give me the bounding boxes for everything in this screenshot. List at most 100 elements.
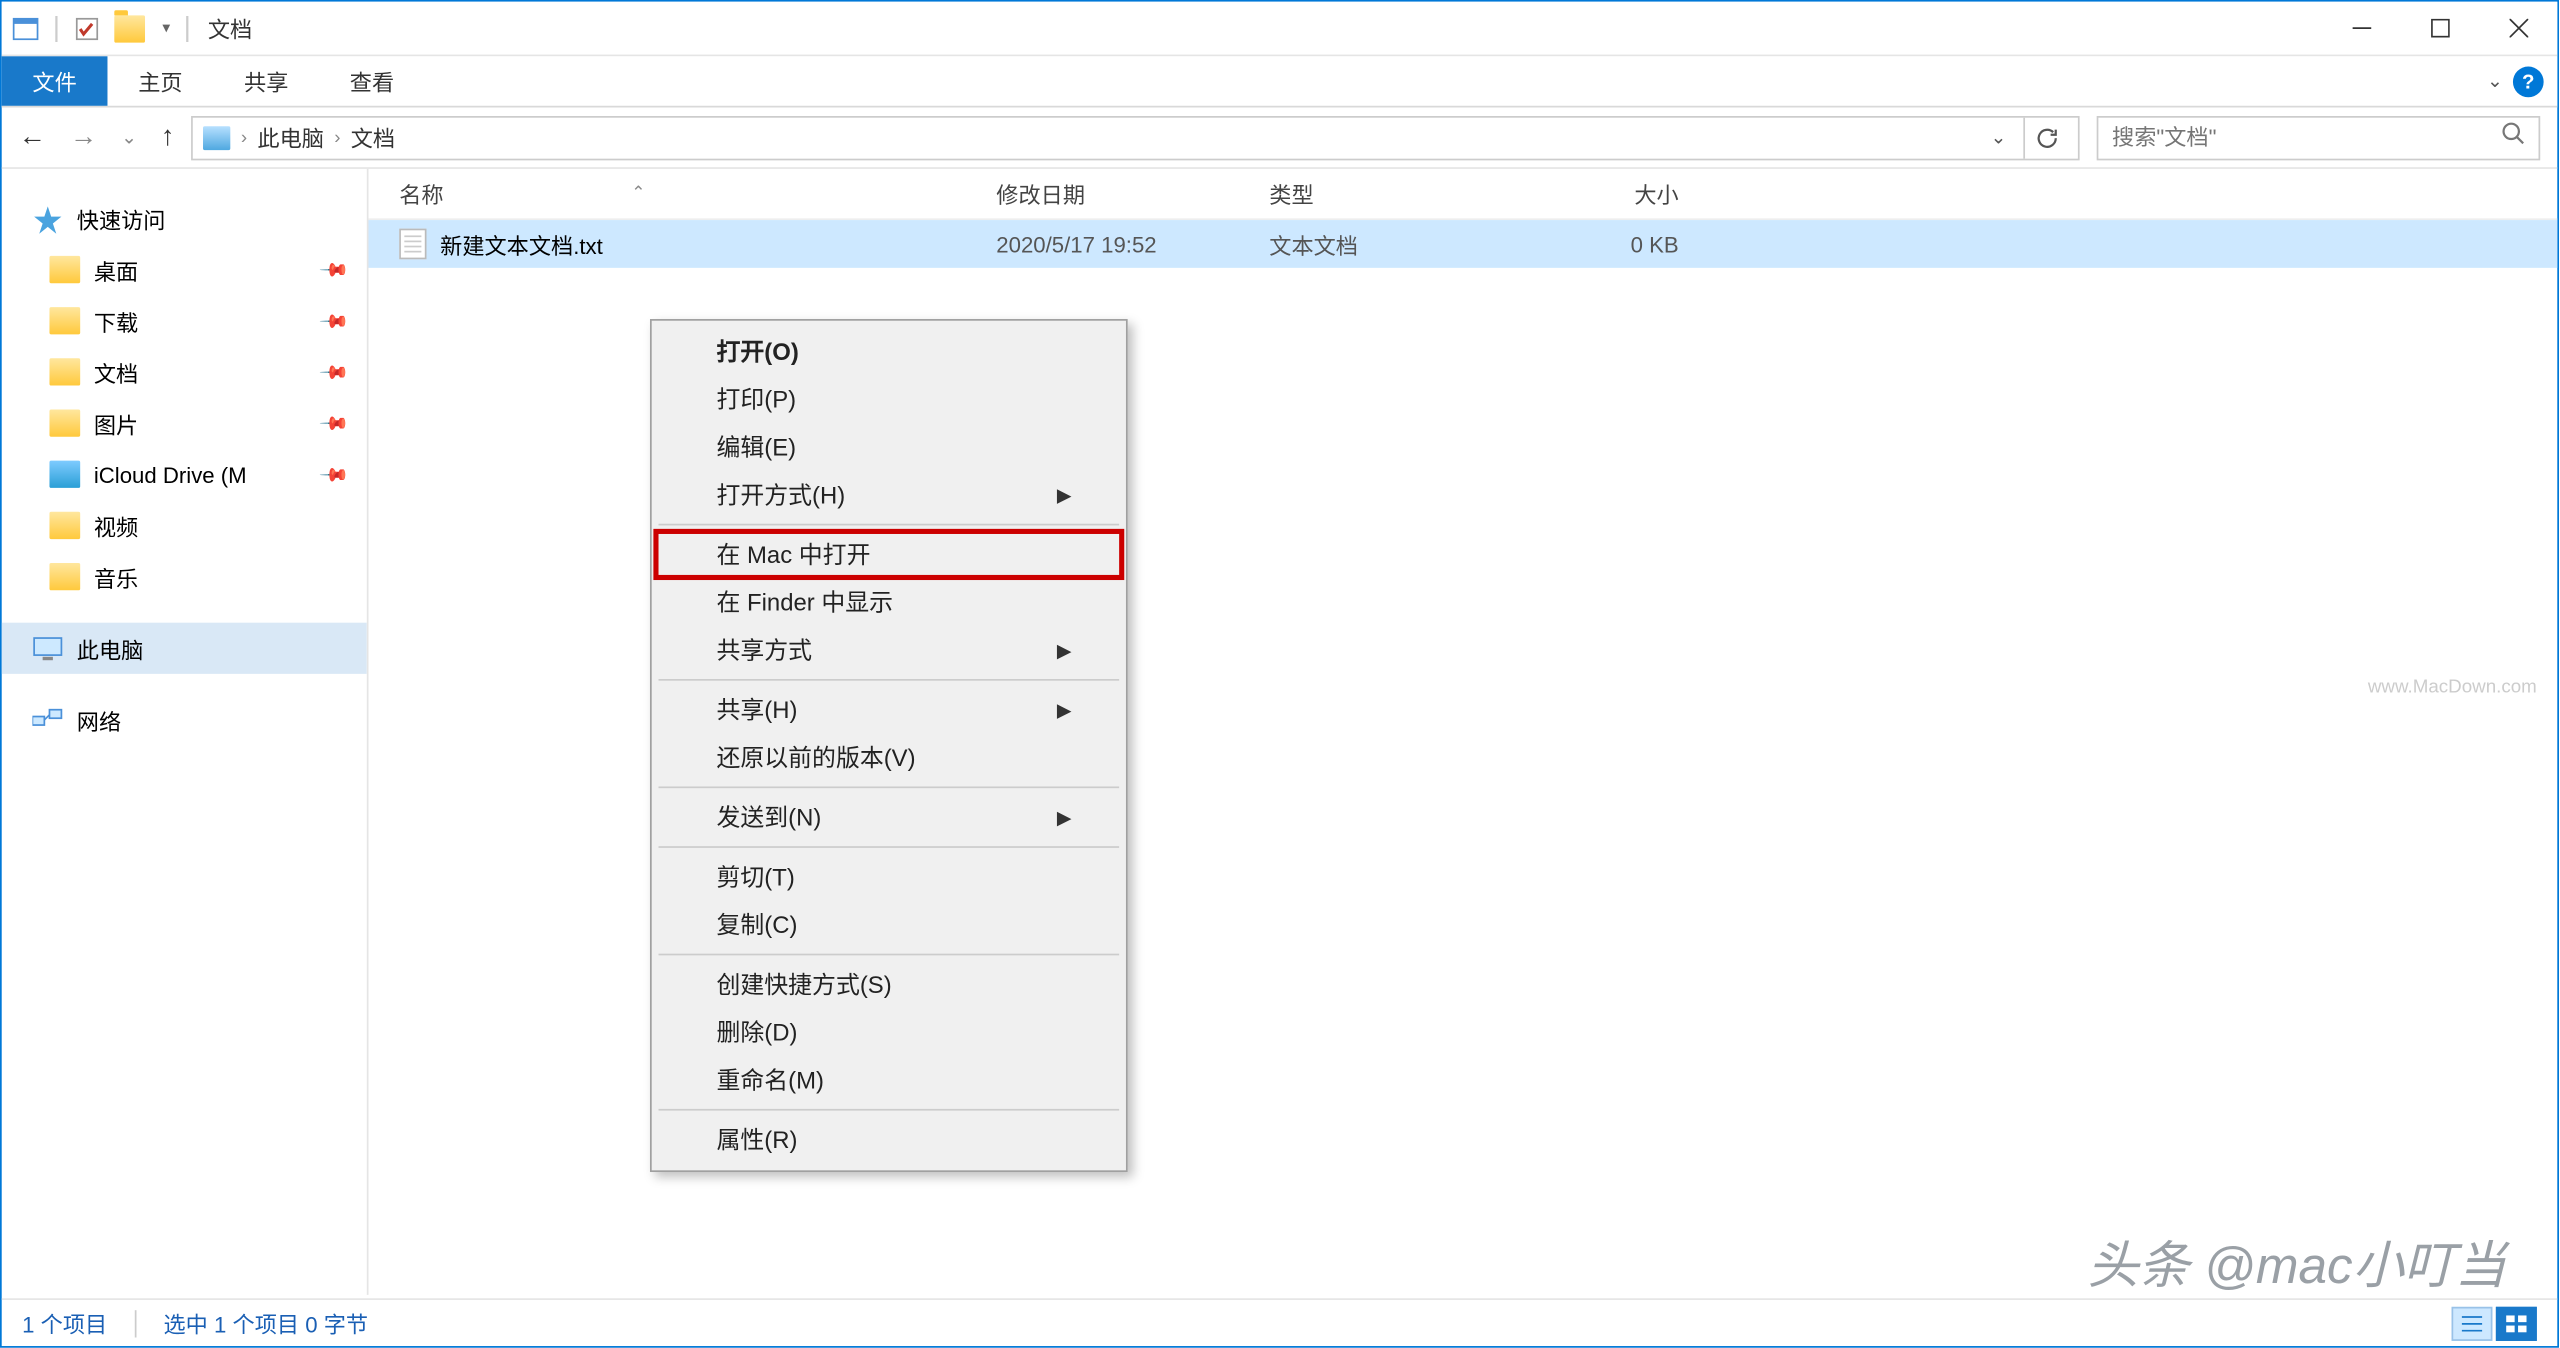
sidebar-label: 此电脑 [77,632,144,664]
menu-print[interactable]: 打印(P) [655,375,1122,423]
sidebar-desktop[interactable]: 桌面 📌 [2,244,367,295]
submenu-arrow-icon: ▶ [1057,806,1071,828]
sidebar-downloads[interactable]: 下载 📌 [2,295,367,346]
chevron-right-icon[interactable]: › [241,127,247,147]
ribbon-tabs: 文件 主页 共享 查看 ⌄ ? [2,56,2558,107]
network-icon [32,706,63,733]
menu-share-mode[interactable]: 共享方式▶ [655,626,1122,674]
search-icon[interactable] [2501,121,2525,153]
menu-copy[interactable]: 复制(C) [655,901,1122,949]
menu-separator [659,786,1120,788]
menu-show-in-finder[interactable]: 在 Finder 中显示 [655,578,1122,626]
tab-home[interactable]: 主页 [108,56,214,105]
menu-open[interactable]: 打开(O) [655,328,1122,376]
maximize-button[interactable] [2400,1,2478,56]
menu-create-shortcut[interactable]: 创建快捷方式(S) [655,960,1122,1008]
menu-properties[interactable]: 属性(R) [655,1116,1122,1164]
ribbon-expand-icon[interactable]: ⌄ [2487,70,2503,92]
search-box[interactable] [2097,115,2541,159]
menu-send-to[interactable]: 发送到(N)▶ [655,793,1122,841]
forward-button[interactable]: → [70,122,97,153]
status-bar: 1 个项目 选中 1 个项目 0 字节 [2,1298,2558,1346]
back-button[interactable]: ← [19,122,46,153]
qat-properties-icon[interactable] [74,15,101,42]
submenu-arrow-icon: ▶ [1057,484,1071,506]
refresh-button[interactable] [2023,117,2067,158]
menu-cut[interactable]: 剪切(T) [655,853,1122,901]
sidebar-this-pc[interactable]: 此电脑 [2,623,367,674]
search-input[interactable] [2112,125,2453,151]
navigation-bar: ← → ⌄ ↑ › 此电脑 › 文档 ⌄ [2,107,2558,168]
sidebar-videos[interactable]: 视频 [2,500,367,551]
column-name[interactable]: 名称 [399,177,443,209]
location-icon [203,125,230,149]
menu-separator [659,524,1120,526]
star-icon [32,205,63,232]
menu-delete[interactable]: 删除(D) [655,1008,1122,1056]
breadcrumb-thispc[interactable]: 此电脑 [257,121,324,153]
file-row[interactable]: 新建文本文档.txt 2020/5/17 19:52 文本文档 0 KB [368,220,2557,268]
up-button[interactable]: ↑ [161,122,175,153]
address-bar[interactable]: › 此电脑 › 文档 ⌄ [191,115,2079,159]
tab-share[interactable]: 共享 [213,56,319,105]
sidebar-icloud[interactable]: iCloud Drive (M 📌 [2,449,367,500]
sidebar-label: 快速访问 [77,202,166,234]
sort-indicator-icon: ⌃ [631,184,645,203]
sidebar-network[interactable]: 网络 [2,694,367,745]
history-dropdown-icon[interactable]: ⌄ [121,126,137,148]
menu-open-with[interactable]: 打开方式(H)▶ [655,471,1122,519]
submenu-arrow-icon: ▶ [1057,699,1071,721]
menu-separator [659,954,1120,956]
watermark-url: www.MacDown.com [2368,677,2537,697]
view-icons-button[interactable] [2496,1306,2537,1340]
menu-restore-versions[interactable]: 还原以前的版本(V) [655,734,1122,782]
pin-icon: 📌 [319,305,351,337]
sidebar-label: 下载 [94,305,138,337]
pin-icon: 📌 [319,253,351,285]
sidebar-quick-access[interactable]: 快速访问 [2,193,367,244]
sidebar-label: 文档 [94,356,138,388]
folder-icon [49,358,80,385]
column-date[interactable]: 修改日期 [996,177,1269,209]
menu-separator [659,679,1120,681]
pc-icon [32,635,63,662]
title-bar: | ▾ | 文档 [2,2,2558,57]
chevron-right-icon[interactable]: › [334,127,340,147]
help-button[interactable]: ? [2513,66,2544,97]
sidebar-label: 网络 [77,704,121,736]
menu-open-in-mac[interactable]: 在 Mac 中打开 [655,531,1122,579]
pin-icon: 📌 [319,356,351,388]
folder-icon [115,15,146,42]
view-details-button[interactable] [2452,1306,2493,1340]
context-menu: 打开(O) 打印(P) 编辑(E) 打开方式(H)▶ 在 Mac 中打开 在 F… [650,319,1128,1172]
submenu-arrow-icon: ▶ [1057,639,1071,661]
address-dropdown-icon[interactable]: ⌄ [1991,126,2007,148]
breadcrumb-documents[interactable]: 文档 [351,121,395,153]
sidebar-label: 桌面 [94,253,138,285]
column-size[interactable]: 大小 [1542,177,1678,209]
tab-view[interactable]: 查看 [319,56,425,105]
sidebar-documents[interactable]: 文档 📌 [2,346,367,397]
minimize-button[interactable] [2322,1,2400,56]
folder-icon [49,563,80,590]
menu-edit[interactable]: 编辑(E) [655,423,1122,471]
file-type: 文本文档 [1269,228,1542,260]
tab-file[interactable]: 文件 [2,56,108,105]
sidebar-music[interactable]: 音乐 [2,551,367,602]
file-name: 新建文本文档.txt [440,228,996,260]
status-item-count: 1 个项目 [22,1307,107,1339]
qat-dropdown-icon[interactable]: ▾ [162,19,170,38]
sidebar-label: 视频 [94,509,138,541]
sidebar-pictures[interactable]: 图片📌 [2,397,367,448]
separator: | [184,13,191,44]
column-type[interactable]: 类型 [1269,177,1542,209]
menu-rename[interactable]: 重命名(M) [655,1056,1122,1104]
pin-icon: 📌 [319,407,351,439]
window-title: 文档 [208,12,252,44]
pin-icon: 📌 [319,458,351,490]
close-button[interactable] [2479,1,2557,56]
menu-share[interactable]: 共享(H)▶ [655,686,1122,734]
folder-icon [49,512,80,539]
sidebar-label: iCloud Drive (M [94,461,247,487]
navigation-pane: 快速访问 桌面 📌 下载 📌 文档 📌 图片📌 iCloud Drive (M 📌 视频… [2,169,369,1295]
